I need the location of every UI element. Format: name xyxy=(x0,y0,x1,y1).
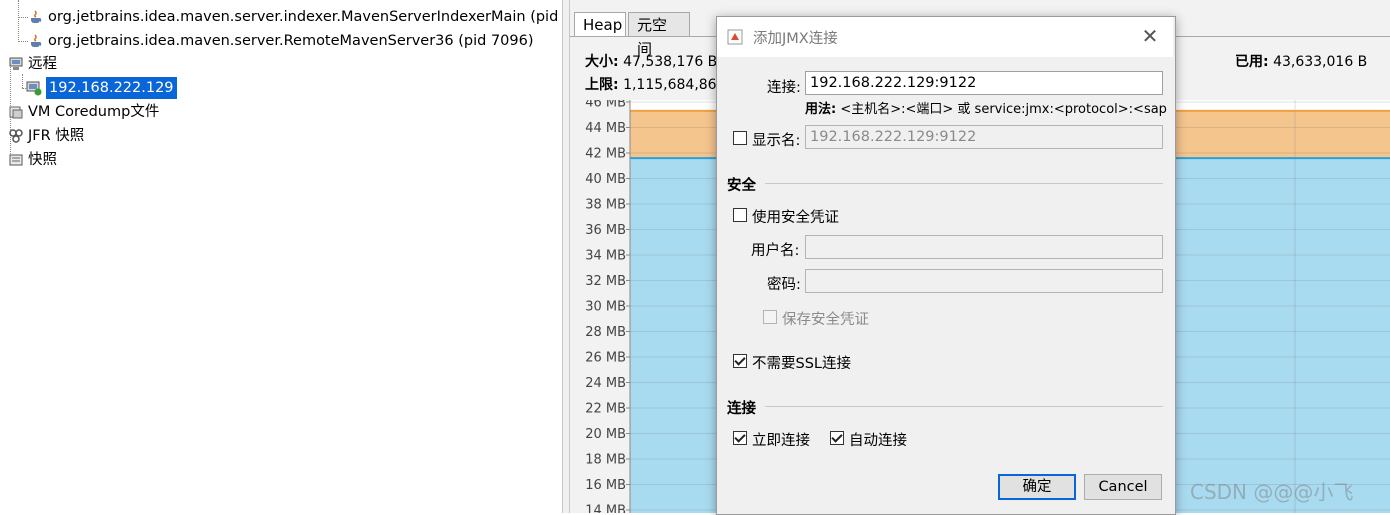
connect-now-label: 立即连接 xyxy=(752,433,810,449)
display-name-input[interactable]: 192.168.222.129:9122 xyxy=(805,125,1163,149)
cancel-button[interactable]: Cancel xyxy=(1084,474,1162,500)
tree-item-label: org.jetbrains.idea.maven.server.indexer.… xyxy=(48,9,559,25)
tree-item-remote[interactable]: 远程 xyxy=(8,53,57,75)
y-tick-label: 40 MB xyxy=(585,172,626,187)
tree-item-label: JFR 快照 xyxy=(28,128,85,144)
y-tick-label: 16 MB xyxy=(585,478,626,493)
password-label: 密码: xyxy=(767,277,801,293)
remote-jmx-host-icon xyxy=(26,80,42,96)
save-credentials-label: 保存安全凭证 xyxy=(782,312,869,328)
username-label: 用户名: xyxy=(751,243,800,259)
tree-item-label: 192.168.222.129 xyxy=(46,77,177,99)
tree-item-vm-coredump[interactable]: VM Coredump文件 xyxy=(8,101,159,123)
usage-hint: 用法: <主机名>:<端口> 或 service:jmx:<protocol>:… xyxy=(805,98,1167,117)
tree-item-label: org.jetbrains.idea.maven.server.RemoteMa… xyxy=(48,33,534,49)
java-cup-icon xyxy=(28,33,44,49)
y-tick-label: 26 MB xyxy=(585,351,626,366)
size-info: 大小: 47,538,176 B xyxy=(585,51,717,71)
y-tick-label: 24 MB xyxy=(585,376,626,391)
tree-item-jfr-snapshot[interactable]: JFR 快照 xyxy=(8,125,84,147)
usage-label: 用法: xyxy=(805,102,837,117)
used-value: 43,633,016 B xyxy=(1273,54,1368,70)
y-tick-label: 46 MB xyxy=(585,100,626,111)
tab-heap[interactable]: Heap xyxy=(574,12,626,36)
dialog-title: 添加JMX连接 xyxy=(753,31,838,47)
connection-input[interactable]: 192.168.222.129:9122 xyxy=(805,71,1163,95)
watermark: CSDN @@@小飞 xyxy=(1190,480,1354,504)
tree-item-remote-host[interactable]: 192.168.222.129 xyxy=(26,77,177,99)
password-input[interactable] xyxy=(805,269,1163,293)
use-credentials-label: 使用安全凭证 xyxy=(752,210,839,226)
no-ssl-label: 不需要SSL连接 xyxy=(752,356,851,372)
max-info: 上限: 1,115,684,86 xyxy=(585,74,717,94)
y-tick-label: 34 MB xyxy=(585,249,626,264)
y-tick-label: 38 MB xyxy=(585,198,626,213)
y-tick-label: 44 MB xyxy=(585,121,626,136)
java-cup-icon xyxy=(28,9,44,25)
y-tick-label: 22 MB xyxy=(585,402,626,417)
usage-text: <主机名>:<端口> 或 service:jmx:<protocol>:<sap xyxy=(840,102,1167,117)
tree-item-snapshot[interactable]: 快照 xyxy=(8,149,57,171)
y-tick-label: 18 MB xyxy=(585,453,626,468)
auto-connect-checkbox[interactable] xyxy=(830,431,844,445)
ok-button[interactable]: 确定 xyxy=(998,474,1076,500)
y-tick-label: 14 MB xyxy=(585,504,626,514)
size-label: 大小: xyxy=(585,54,619,70)
dialog-title-bar[interactable]: 添加JMX连接 ✕ xyxy=(717,17,1173,57)
close-icon[interactable]: ✕ xyxy=(1141,26,1159,46)
security-section-title: 安全 xyxy=(727,178,756,194)
jfr-snapshot-icon xyxy=(8,128,24,144)
connect-now-checkbox[interactable] xyxy=(733,431,747,445)
add-jmx-connection-dialog: 添加JMX连接 ✕ 连接: 192.168.222.129:9122 用法: <… xyxy=(716,16,1176,515)
pane-splitter[interactable] xyxy=(562,0,570,513)
y-tick-label: 32 MB xyxy=(585,274,626,289)
used-label: 已用: xyxy=(1235,54,1269,70)
max-value: 1,115,684,86 xyxy=(623,77,717,93)
use-credentials-checkbox[interactable] xyxy=(733,208,747,222)
applications-tree[interactable]: org.jetbrains.idea.maven.server.indexer.… xyxy=(0,0,562,513)
y-tick-label: 20 MB xyxy=(585,427,626,442)
tree-item-label: 远程 xyxy=(28,56,57,72)
y-tick-label: 36 MB xyxy=(585,223,626,238)
connection-section-title: 连接 xyxy=(727,401,756,417)
auto-connect-label: 自动连接 xyxy=(849,433,907,449)
max-label: 上限: xyxy=(585,77,619,93)
tree-guide-line xyxy=(18,0,19,42)
no-ssl-checkbox[interactable] xyxy=(733,354,747,368)
y-tick-label: 42 MB xyxy=(585,147,626,162)
connection-label: 连接: xyxy=(767,80,801,96)
tree-guide-line xyxy=(18,17,28,18)
display-name-label: 显示名: xyxy=(752,133,801,149)
tree-guide-line xyxy=(18,41,28,42)
tree-item-remote-maven-server[interactable]: org.jetbrains.idea.maven.server.RemoteMa… xyxy=(28,30,534,52)
tree-item-label: VM Coredump文件 xyxy=(28,104,160,120)
snapshot-icon xyxy=(8,152,24,168)
y-tick-label: 28 MB xyxy=(585,325,626,340)
username-input[interactable] xyxy=(805,235,1163,259)
tab-metaspace[interactable]: 元空间 xyxy=(628,12,690,58)
size-value: 47,538,176 B xyxy=(623,54,718,70)
save-credentials-checkbox[interactable] xyxy=(763,310,777,324)
remote-host-icon xyxy=(8,56,24,72)
section-separator xyxy=(765,183,1163,184)
tree-guide-line xyxy=(22,74,23,88)
section-separator xyxy=(765,406,1163,407)
tree-item-maven-indexer[interactable]: org.jetbrains.idea.maven.server.indexer.… xyxy=(28,6,558,28)
display-name-checkbox[interactable] xyxy=(733,131,747,145)
app-logo-icon xyxy=(727,29,743,45)
used-info: 已用: 43,633,016 B xyxy=(1235,51,1367,71)
tree-item-label: 快照 xyxy=(28,152,57,168)
y-tick-label: 30 MB xyxy=(585,300,626,315)
coredump-icon xyxy=(8,104,24,120)
